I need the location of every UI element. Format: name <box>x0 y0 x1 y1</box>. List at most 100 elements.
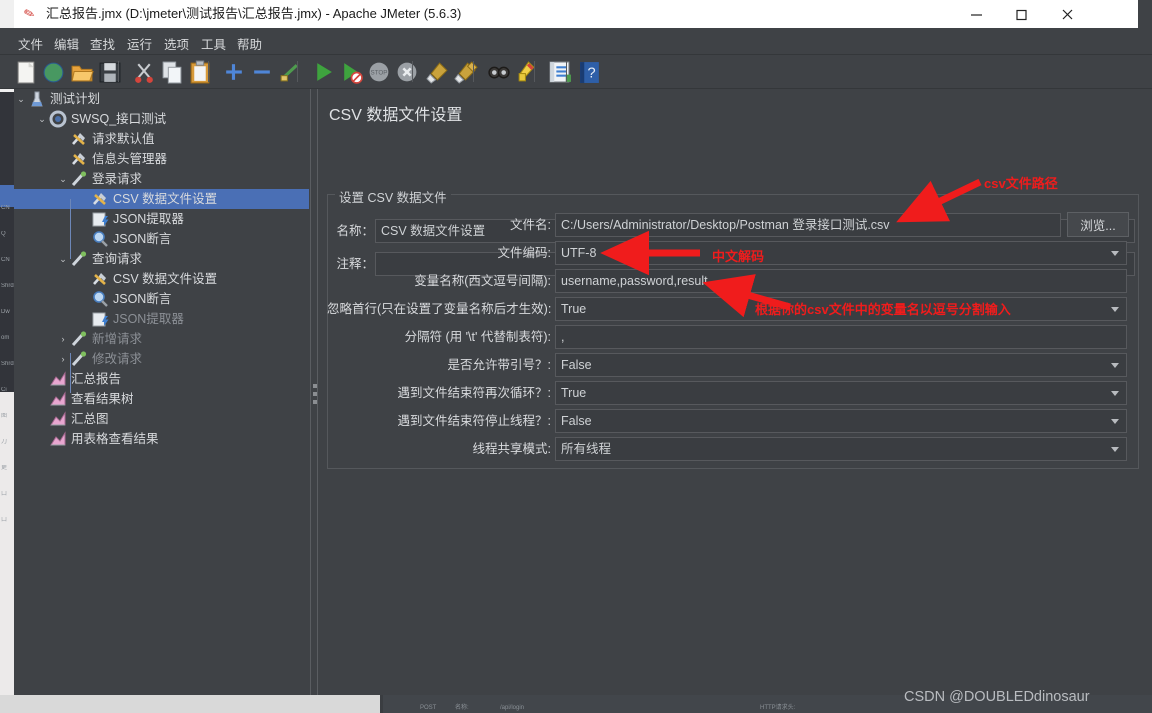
clear-all-icon[interactable] <box>454 60 478 84</box>
tree-guide-line <box>70 199 71 259</box>
test-plan-tree[interactable]: ⌄ 测试计划 ⌄ SWSQ_接口测试 请求默认值 信息头管理器 ⌄ 登录请求 CSV 数据文件设… <box>14 89 309 695</box>
menu-item-1[interactable]: 编辑 <box>48 32 85 55</box>
menu-item-4[interactable]: 选项 <box>158 32 195 55</box>
field-value-7: False <box>561 414 592 428</box>
tree-node-1[interactable]: ⌄ SWSQ_接口测试 <box>14 109 309 129</box>
tree-node-13[interactable]: › 修改请求 <box>14 349 309 369</box>
help-icon[interactable]: ? <box>578 60 602 84</box>
tree-node-5[interactable]: CSV 数据文件设置 <box>14 189 309 209</box>
chevron-down-icon[interactable] <box>1111 419 1119 424</box>
sampler-icon <box>70 170 88 188</box>
tree-node-label: CSV 数据文件设置 <box>113 272 218 286</box>
function-helper-icon[interactable] <box>548 60 572 84</box>
toggle-icon[interactable] <box>278 60 302 84</box>
browse-button[interactable]: 浏览... <box>1067 212 1129 237</box>
reset-search-icon[interactable] <box>515 60 539 84</box>
collapse-icon[interactable] <box>250 60 274 84</box>
chevron-right-icon[interactable]: › <box>56 349 70 369</box>
expand-icon[interactable] <box>222 60 246 84</box>
tree-node-label: 请求默认值 <box>92 132 155 146</box>
field-combo-1[interactable]: UTF-8 <box>555 241 1127 265</box>
tree-node-17[interactable]: 用表格查看结果 <box>14 429 309 449</box>
tree-node-12[interactable]: › 新增请求 <box>14 329 309 349</box>
chevron-down-icon[interactable] <box>1111 307 1119 312</box>
background-text-fragment: POST <box>420 705 437 711</box>
background-text-fragment: Q <box>1 231 6 237</box>
assertion-icon <box>91 230 109 248</box>
panel-splitter[interactable] <box>309 89 319 695</box>
splitter-line-left <box>310 89 311 695</box>
field-combo-6[interactable]: True <box>555 381 1127 405</box>
clear-icon[interactable] <box>426 60 450 84</box>
splitter-grip-dot <box>312 384 317 388</box>
field-value-3: True <box>561 302 587 316</box>
tree-node-7[interactable]: JSON断言 <box>14 229 309 249</box>
postproc-icon <box>91 310 109 328</box>
chevron-down-icon[interactable] <box>1111 251 1119 256</box>
tree-node-9[interactable]: CSV 数据文件设置 <box>14 269 309 289</box>
tree-node-14[interactable]: 汇总报告 <box>14 369 309 389</box>
templates-icon[interactable] <box>42 60 66 84</box>
field-combo-5[interactable]: False <box>555 353 1127 377</box>
start-icon[interactable] <box>311 60 335 84</box>
groupbox-title: 设置 CSV 数据文件 <box>335 187 451 206</box>
field-label-0: 文件名: <box>510 218 551 232</box>
minimize-button[interactable] <box>954 0 999 28</box>
chevron-down-icon[interactable]: ⌄ <box>35 109 49 129</box>
field-input-4[interactable]: , <box>555 325 1127 349</box>
tree-node-10[interactable]: JSON断言 <box>14 289 309 309</box>
stop-icon[interactable]: STOP <box>367 60 391 84</box>
chevron-down-icon[interactable] <box>1111 447 1119 452</box>
chevron-down-icon[interactable] <box>1111 391 1119 396</box>
menu-item-2[interactable]: 查找 <box>84 32 121 55</box>
window-title: 汇总报告.jmx (D:\jmeter\测试报告\汇总报告.jmx) - Apa… <box>46 6 462 21</box>
toolbar-separator <box>566 61 567 82</box>
menu-item-3[interactable]: 运行 <box>121 32 158 55</box>
maximize-button[interactable] <box>999 0 1044 28</box>
tree-node-3[interactable]: 信息头管理器 <box>14 149 309 169</box>
tree-node-6[interactable]: JSON提取器 <box>14 209 309 229</box>
tree-node-15[interactable]: 查看结果树 <box>14 389 309 409</box>
chevron-down-icon[interactable]: ⌄ <box>56 249 70 269</box>
tree-node-16[interactable]: 汇总图 <box>14 409 309 429</box>
chevron-right-icon[interactable]: › <box>56 329 70 349</box>
tree-node-label: JSON提取器 <box>113 312 184 326</box>
toolbar-separator <box>412 61 413 82</box>
tree-node-4[interactable]: ⌄ 登录请求 <box>14 169 309 189</box>
assertion-icon <box>91 290 109 308</box>
menu-item-6[interactable]: 帮助 <box>231 32 268 55</box>
field-input-0[interactable]: C:/Users/Administrator/Desktop/Postman 登… <box>555 213 1061 237</box>
tree-node-label: 测试计划 <box>50 92 101 106</box>
background-text-fragment: Dw <box>1 309 10 315</box>
copy-icon[interactable] <box>160 60 184 84</box>
chevron-down-icon[interactable]: ⌄ <box>56 169 70 189</box>
listener-icon <box>49 370 67 388</box>
menu-item-0[interactable]: 文件 <box>12 32 49 55</box>
menu-item-5[interactable]: 工具 <box>195 32 232 55</box>
cut-icon[interactable] <box>132 60 156 84</box>
close-button[interactable] <box>1045 0 1090 28</box>
shutdown-icon[interactable] <box>395 60 419 84</box>
search-icon[interactable] <box>487 60 511 84</box>
listener-icon <box>49 430 67 448</box>
tree-node-8[interactable]: ⌄ 查询请求 <box>14 249 309 269</box>
background-text-fragment: Shrd <box>1 283 14 289</box>
new-icon[interactable] <box>14 60 38 84</box>
field-combo-8[interactable]: 所有线程 <box>555 437 1127 461</box>
sampler-icon <box>70 330 88 348</box>
chevron-down-icon[interactable] <box>1111 363 1119 368</box>
start-no-pause-icon[interactable] <box>339 60 363 84</box>
chevron-down-icon[interactable]: ⌄ <box>14 89 28 109</box>
open-icon[interactable] <box>70 60 94 84</box>
background-text-fragment: Ci <box>1 387 7 393</box>
svg-text:STOP: STOP <box>371 70 388 77</box>
toolbar: STOP? <box>0 55 1152 89</box>
tree-node-11[interactable]: JSON提取器 <box>14 309 309 329</box>
tree-node-0[interactable]: ⌄ 测试计划 <box>14 89 309 109</box>
background-text-fragment: CN <box>1 205 10 211</box>
background-text-fragment: CN <box>1 257 10 263</box>
field-input-2[interactable]: username,password,result <box>555 269 1127 293</box>
tree-node-label: 汇总图 <box>71 412 109 426</box>
field-combo-7[interactable]: False <box>555 409 1127 433</box>
tree-node-2[interactable]: 请求默认值 <box>14 129 309 149</box>
